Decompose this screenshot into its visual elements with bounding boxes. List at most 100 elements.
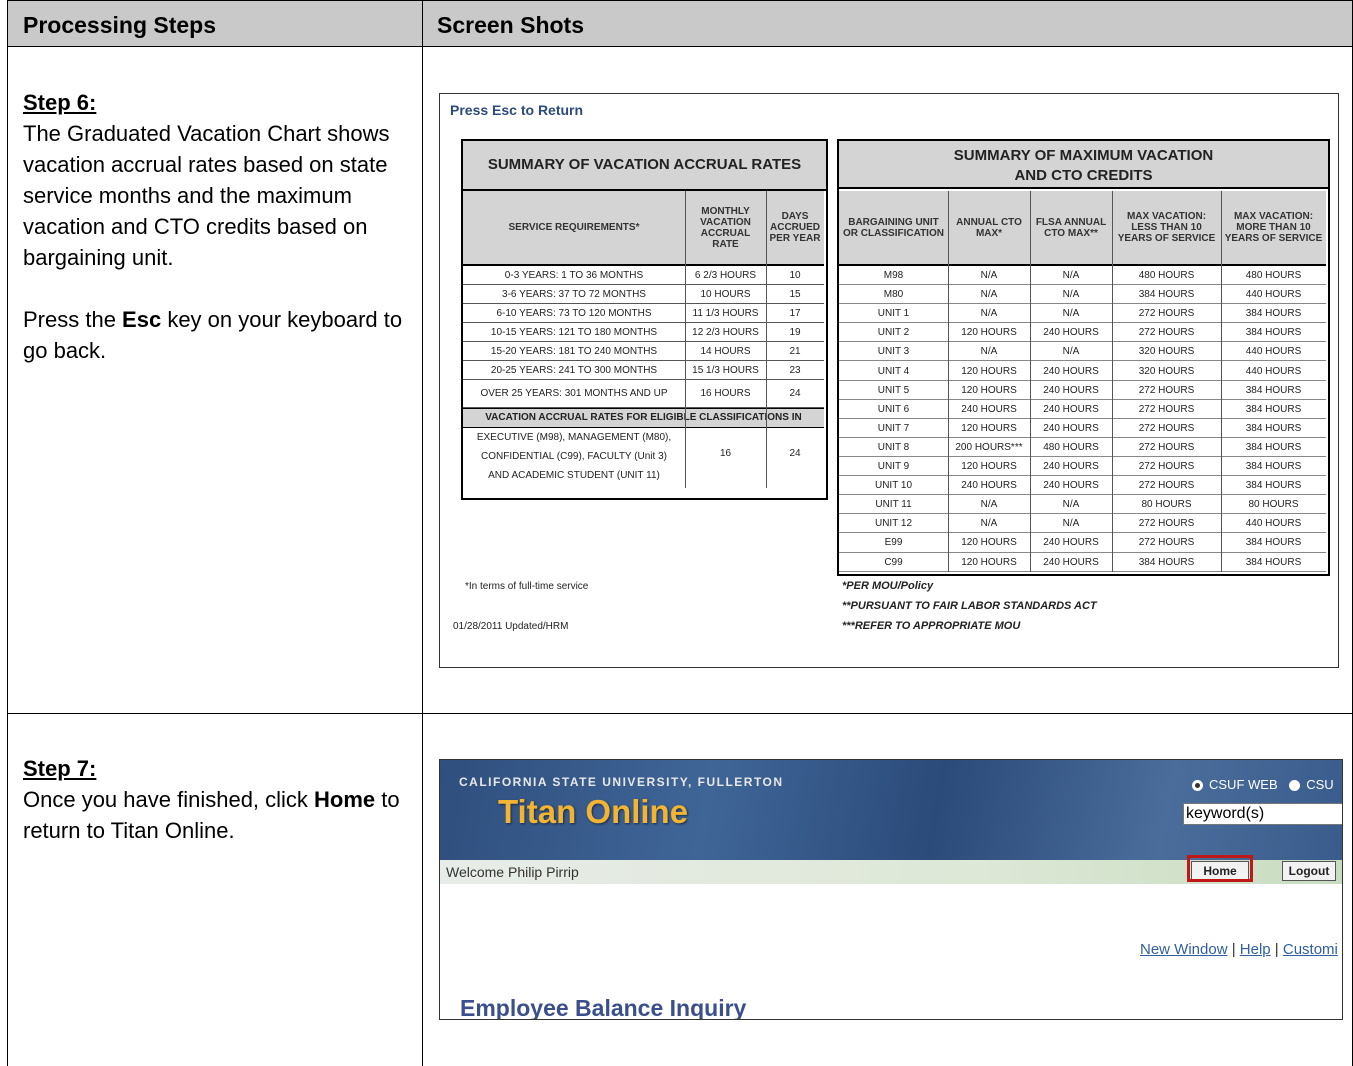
accrual-cell: 3-6 YEARS: 37 TO 72 MONTHS bbox=[502, 289, 646, 300]
max-cell: 240 HOURS bbox=[961, 403, 1017, 415]
max-cell: N/A bbox=[1062, 308, 1080, 320]
max-cell: C99 bbox=[884, 556, 903, 568]
step-6-press-esc: Press the Esc key on your keyboard to go… bbox=[23, 307, 403, 363]
max-cell: UNIT 2 bbox=[877, 327, 910, 339]
max-cell: 440 HOURS bbox=[1245, 289, 1302, 301]
max-cell: 80 HOURS bbox=[1141, 499, 1192, 511]
accrual-cell: 10-15 YEARS: 121 TO 180 MONTHS bbox=[490, 327, 658, 338]
max-cell: N/A bbox=[980, 308, 998, 320]
max-cell: 272 HOURS bbox=[1138, 537, 1195, 549]
table-header: Processing Steps Screen Shots bbox=[8, 0, 1352, 47]
max-cell: 272 HOURS bbox=[1138, 518, 1195, 530]
accrual-cell: 24 bbox=[789, 388, 801, 399]
keyword-search-input[interactable]: keyword(s) bbox=[1183, 803, 1342, 825]
accrual-column-header: MONTHLY VACATION ACCRUAL RATE bbox=[685, 191, 766, 264]
step-7-text: Once you have finished, click Home to re… bbox=[23, 787, 400, 843]
accrual-cell: 15-20 YEARS: 181 TO 240 MONTHS bbox=[490, 346, 658, 357]
max-cell: UNIT 5 bbox=[877, 384, 910, 396]
max-cell: N/A bbox=[1062, 270, 1080, 281]
help-link[interactable]: Help bbox=[1240, 941, 1271, 958]
max-cell: N/A bbox=[1062, 499, 1080, 511]
accrual-cell: 16 HOURS bbox=[700, 388, 751, 399]
max-cell: UNIT 4 bbox=[877, 365, 910, 377]
max-cell: 120 HOURS bbox=[961, 422, 1017, 434]
max-cell: 120 HOURS bbox=[961, 327, 1017, 339]
max-cell: 384 HOURS bbox=[1245, 461, 1302, 472]
max-cell: E99 bbox=[884, 537, 903, 549]
document-table: Processing Steps Screen Shots Step 6: Th… bbox=[7, 0, 1353, 1066]
max-cell: 384 HOURS bbox=[1245, 480, 1302, 492]
max-cell: 80 HOURS bbox=[1248, 499, 1299, 511]
column-divider bbox=[422, 0, 423, 1066]
max-cell: 240 HOURS bbox=[1043, 365, 1099, 377]
radio-csu[interactable] bbox=[1289, 780, 1301, 792]
max-cell: M98 bbox=[883, 270, 904, 281]
max-cell: 384 HOURS bbox=[1245, 384, 1302, 396]
accrual-cell: 15 bbox=[789, 289, 801, 300]
max-cell: UNIT 8 bbox=[877, 441, 910, 453]
accrual-cell: OVER 25 YEARS: 301 MONTHS AND UP bbox=[480, 388, 668, 399]
max-cell: UNIT 6 bbox=[877, 403, 910, 415]
eligible-line: EXECUTIVE (M98), MANAGEMENT (M80), bbox=[476, 432, 672, 443]
column-line bbox=[948, 191, 949, 572]
max-cell: UNIT 1 bbox=[877, 308, 910, 320]
max-cell: UNIT 11 bbox=[875, 499, 912, 511]
step-7-label: Step 7: bbox=[23, 756, 97, 781]
max-cell: N/A bbox=[980, 289, 998, 301]
max-cell: N/A bbox=[980, 346, 998, 358]
accrual-cell: 21 bbox=[789, 346, 801, 357]
accrual-cell: 20-25 YEARS: 241 TO 300 MONTHS bbox=[490, 365, 658, 376]
accrual-cell: 14 HOURS bbox=[700, 346, 751, 357]
max-cell: 240 HOURS bbox=[1043, 327, 1099, 339]
max-cell: 120 HOURS bbox=[961, 384, 1017, 396]
max-cell: N/A bbox=[1062, 289, 1080, 301]
max-cell: 120 HOURS bbox=[961, 537, 1017, 549]
accrual-cell: 12 2/3 HOURS bbox=[692, 327, 759, 338]
vacation-accrual-table: SUMMARY OF VACATION ACCRUAL RATES SERVIC… bbox=[461, 139, 828, 500]
titan-banner: CALIFORNIA STATE UNIVERSITY, FULLERTON T… bbox=[440, 760, 1342, 860]
accrual-table-title: SUMMARY OF VACATION ACCRUAL RATES bbox=[463, 141, 826, 191]
max-cell: 384 HOURS bbox=[1245, 556, 1302, 568]
max-column-header: MAX VACATION: MORE THAN 10 YEARS OF SERV… bbox=[1221, 191, 1326, 264]
max-cell: 384 HOURS bbox=[1138, 556, 1195, 568]
accrual-cell: 19 bbox=[789, 327, 801, 338]
welcome-text: Welcome Philip Pirrip bbox=[446, 864, 579, 880]
home-highlight bbox=[1187, 855, 1253, 882]
esc-key-label: Esc bbox=[122, 307, 162, 332]
press-esc-link[interactable]: Press Esc to Return bbox=[450, 102, 583, 118]
column-line bbox=[766, 191, 767, 488]
max-cell: M80 bbox=[883, 289, 904, 301]
footnote-updated: 01/28/2011 Updated/HRM bbox=[453, 621, 569, 632]
max-cell: 240 HOURS bbox=[1043, 556, 1099, 568]
accrual-cell: 6 2/3 HOURS bbox=[694, 270, 757, 281]
column-line bbox=[1221, 191, 1222, 572]
radio-csuf-web[interactable] bbox=[1192, 780, 1203, 792]
accrual-cell: 0-3 YEARS: 1 TO 36 MONTHS bbox=[504, 270, 644, 281]
max-cell: 440 HOURS bbox=[1245, 518, 1302, 530]
home-key-label: Home bbox=[314, 787, 376, 812]
university-name: CALIFORNIA STATE UNIVERSITY, FULLERTON bbox=[459, 775, 784, 789]
max-column-header: MAX VACATION: LESS THAN 10 YEARS OF SERV… bbox=[1112, 191, 1221, 264]
max-cell: 440 HOURS bbox=[1245, 346, 1302, 358]
max-cell: UNIT 7 bbox=[877, 422, 910, 434]
max-cell: 120 HOURS bbox=[961, 365, 1017, 377]
header-screen-shots: Screen Shots bbox=[437, 12, 584, 38]
max-cell: 240 HOURS bbox=[1043, 537, 1099, 549]
max-cell: N/A bbox=[980, 499, 998, 511]
customize-link[interactable]: Customi bbox=[1283, 941, 1338, 958]
max-cell: 440 HOURS bbox=[1245, 365, 1302, 377]
max-cell: 320 HOURS bbox=[1138, 365, 1195, 377]
max-cell: 240 HOURS bbox=[1043, 480, 1099, 492]
footnote-refer-mou: ***REFER TO APPROPRIATE MOU bbox=[842, 620, 1021, 632]
accrual-cell: 23 bbox=[789, 365, 801, 376]
step-6-label: Step 6: bbox=[23, 90, 97, 115]
accrual-cell: 10 HOURS bbox=[700, 289, 751, 300]
max-cell: UNIT 12 bbox=[874, 518, 913, 530]
max-cell: N/A bbox=[980, 270, 998, 281]
vacation-chart-screenshot: Press Esc to Return SUMMARY OF VACATION … bbox=[439, 93, 1339, 668]
column-line bbox=[1030, 191, 1031, 572]
logout-button[interactable]: Logout bbox=[1282, 861, 1336, 881]
table-row-line bbox=[839, 571, 1326, 572]
max-cell: 200 HOURS*** bbox=[955, 441, 1023, 453]
new-window-link[interactable]: New Window bbox=[1140, 941, 1228, 958]
